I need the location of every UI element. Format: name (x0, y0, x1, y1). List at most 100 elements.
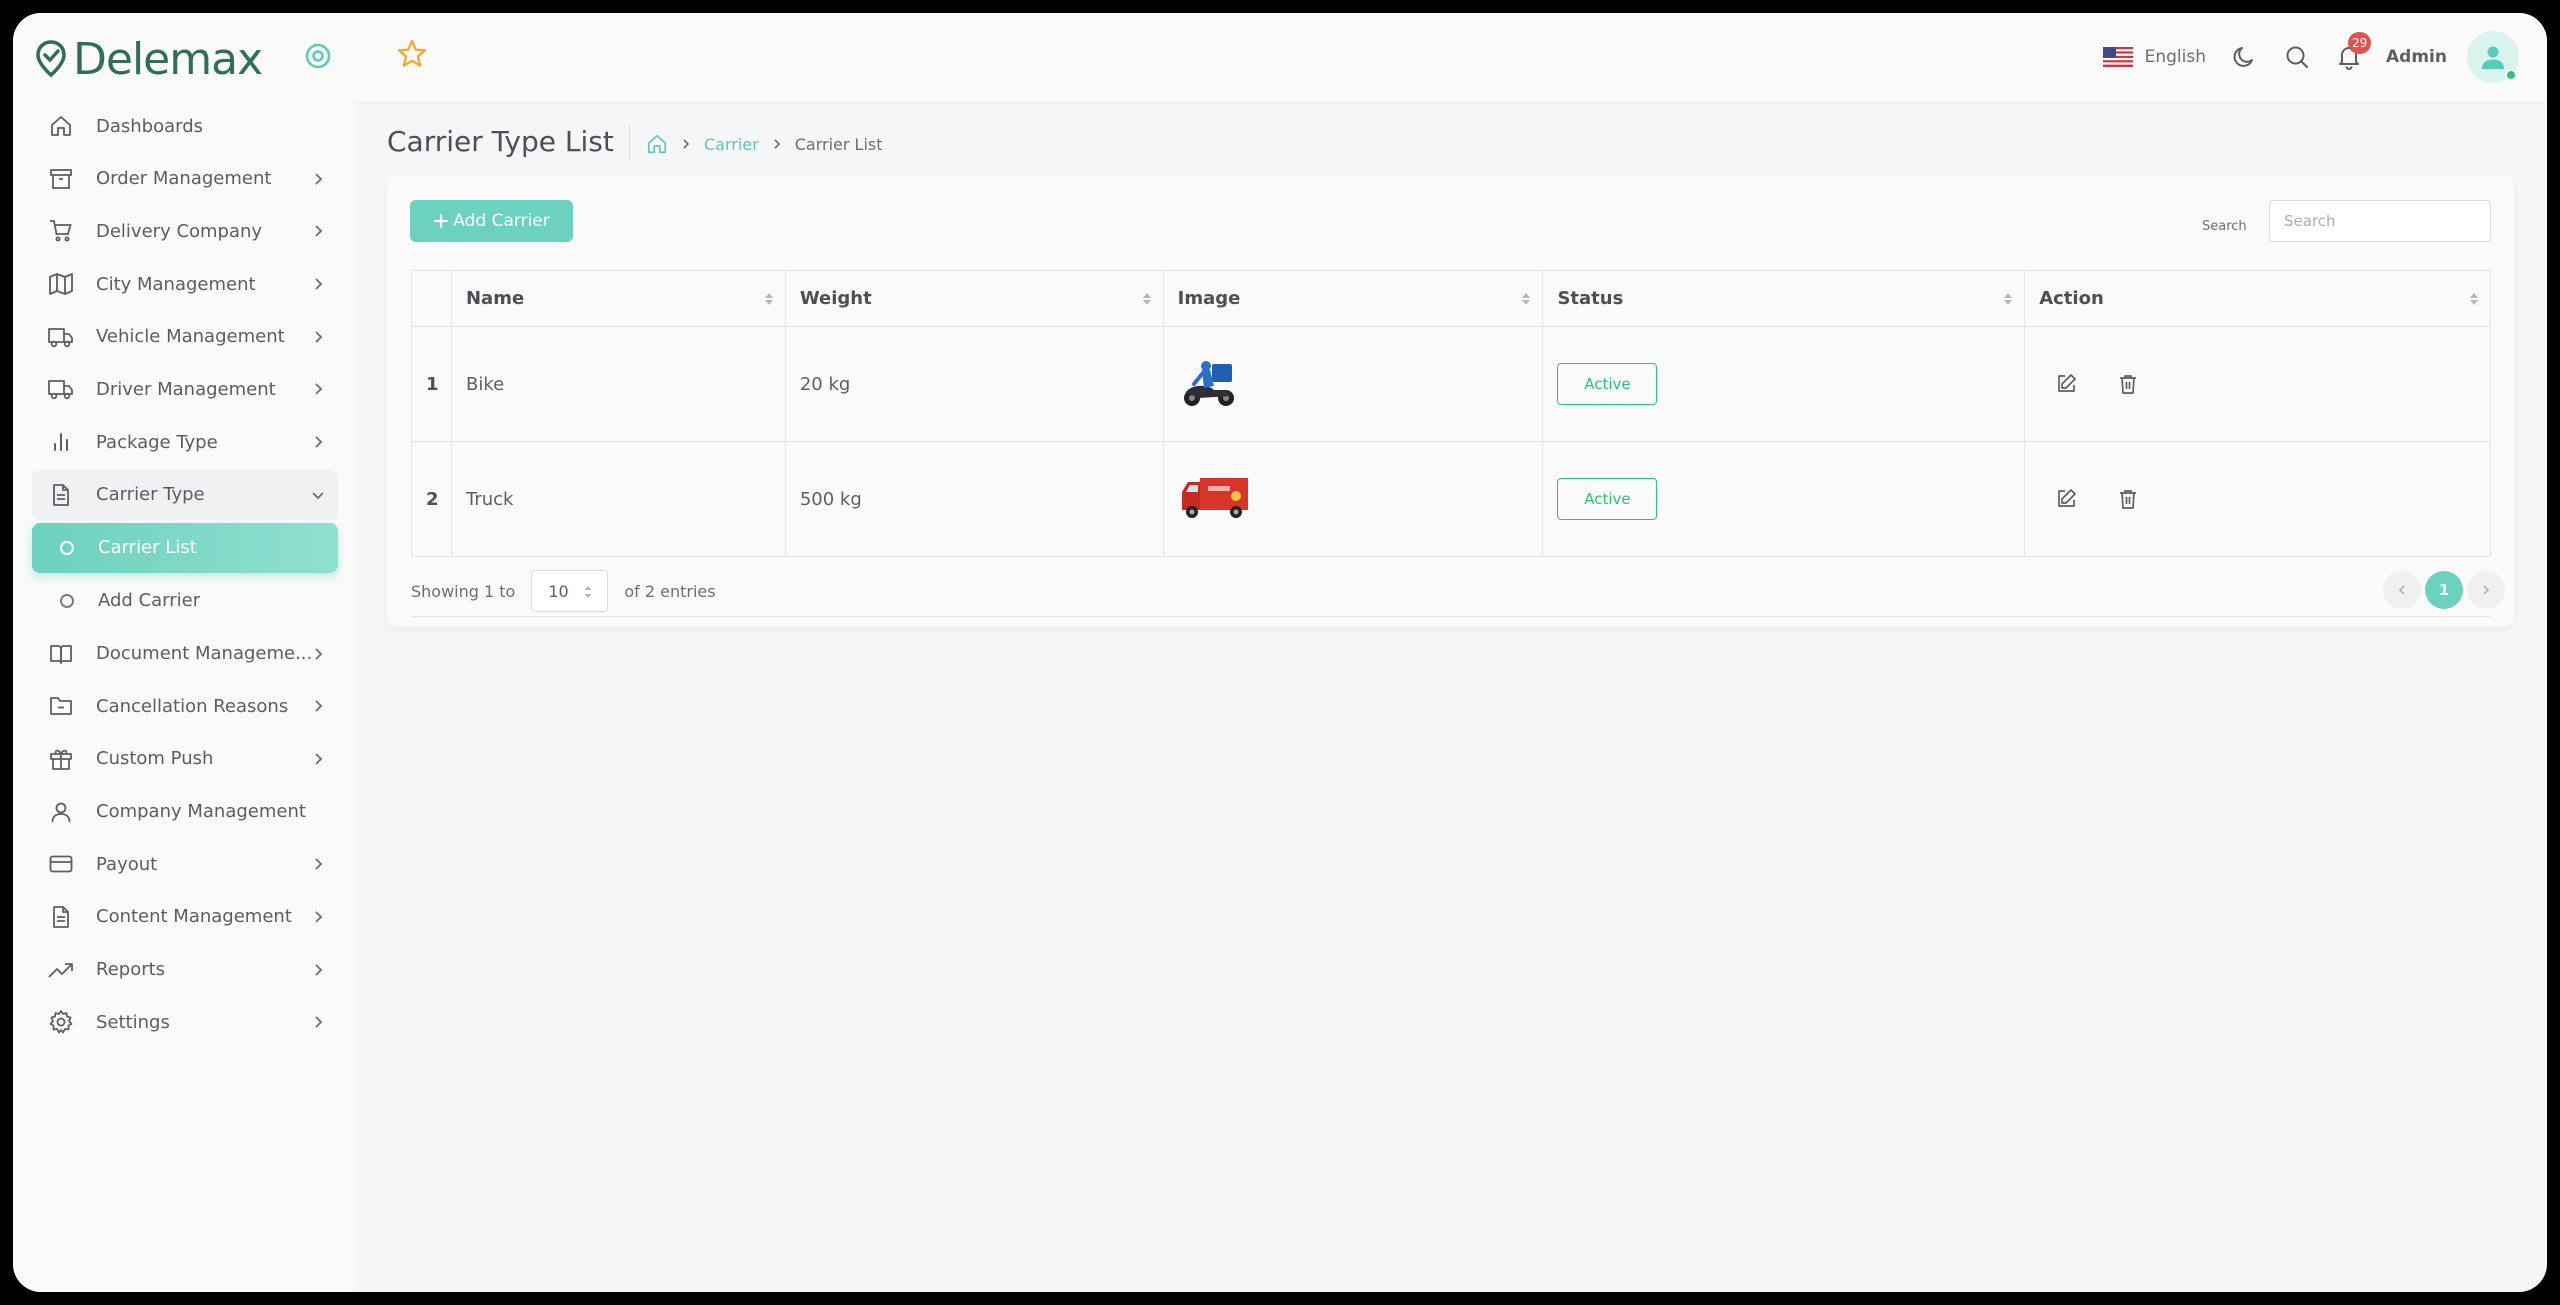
circle-icon (60, 593, 74, 608)
edit-icon (2058, 373, 2077, 392)
status-badge[interactable]: Active (1557, 363, 1658, 405)
gift-icon (46, 744, 76, 774)
language-selector[interactable]: English (2145, 47, 2206, 67)
sidebar-item-settings[interactable]: Settings (32, 997, 338, 1047)
trash-icon (2119, 489, 2136, 509)
breadcrumb-carrier-link[interactable]: Carrier (704, 135, 759, 154)
brand-logo[interactable]: Delemax (35, 29, 263, 89)
showing-suffix: of 2 entries (624, 581, 716, 601)
sidebar-subitem-carrier-list[interactable]: Carrier List (32, 522, 338, 573)
table-row: 1 Bike 20 kg Active (411, 326, 2491, 442)
chevron-right-icon (315, 383, 323, 396)
column-header-image[interactable]: Image (1162, 270, 1544, 327)
cell-name: Truck (450, 441, 786, 557)
sidebar-item-city-management[interactable]: City Management (32, 259, 338, 309)
app-window: Delemax Dashboards Order Management Deli… (13, 13, 2547, 1292)
file-icon (46, 480, 76, 510)
sidebar-item-custom-push[interactable]: Custom Push (32, 734, 338, 784)
sidebar-item-label: Carrier Type (96, 484, 205, 506)
column-header-label: Image (1177, 288, 1241, 309)
chevron-right-icon (315, 1016, 323, 1028)
delivery-truck-image (1181, 477, 1248, 518)
sidebar-item-driver-management[interactable]: Driver Management (32, 364, 338, 414)
avatar[interactable] (2467, 31, 2519, 83)
sidebar-item-label: City Management (96, 273, 256, 295)
user-icon (46, 797, 76, 827)
sidebar-item-payout[interactable]: Payout (32, 839, 338, 889)
sidebar-item-label: Reports (96, 959, 166, 981)
column-header-label: Weight (799, 288, 872, 309)
edit-button[interactable] (2051, 369, 2081, 399)
sidebar-item-dashboards[interactable]: Dashboards (32, 101, 338, 151)
trending-up-icon (46, 955, 76, 985)
chevron-right-icon (774, 139, 780, 149)
sidebar-subitem-label: Add Carrier (98, 590, 201, 611)
plus-icon (434, 213, 449, 229)
column-header-status[interactable]: Status (1542, 270, 2026, 327)
updown-icon (584, 586, 592, 598)
breadcrumb-current: Carrier List (794, 134, 883, 154)
sidebar-item-label: Company Management (96, 801, 306, 823)
page-length-select[interactable]: 10 (531, 570, 609, 612)
search-label: Search (2202, 219, 2247, 234)
sidebar-item-reports[interactable]: Reports (32, 945, 338, 995)
sidebar-item-label: Cancellation Reasons (96, 695, 289, 717)
delete-button[interactable] (2113, 484, 2143, 514)
chevron-right-icon (315, 436, 323, 448)
cell-image (1162, 441, 1544, 557)
edit-button[interactable] (2051, 484, 2081, 514)
status-badge[interactable]: Active (1557, 478, 1658, 520)
book-icon (46, 639, 76, 669)
cell-status: Active (1542, 441, 2026, 557)
user-name[interactable]: Admin (2386, 47, 2447, 67)
sidebar-item-content-management[interactable]: Content Management (32, 892, 338, 942)
prev-page-button[interactable] (2383, 571, 2421, 609)
breadcrumb: Carrier Carrier List (646, 129, 883, 159)
chevron-right-icon (683, 139, 690, 149)
chevron-right-icon (315, 173, 323, 185)
sidebar-item-cancellation-reasons[interactable]: Cancellation Reasons (32, 681, 338, 731)
sidebar-item-company-management[interactable]: Company Management (32, 787, 338, 837)
sidebar-item-label: Custom Push (96, 748, 214, 770)
cell-name: Bike (450, 326, 786, 442)
user-icon (2482, 46, 2504, 69)
cart-icon (46, 216, 76, 246)
table-header-row: Name Weight Image Status Action (411, 270, 2491, 327)
bar-chart-icon (46, 427, 76, 457)
map-icon (46, 269, 76, 299)
column-header-label: Status (1557, 288, 1624, 309)
carrier-table: Name Weight Image Status Action 1 Bike 2… (411, 270, 2491, 557)
sidebar-item-document-management[interactable]: Document Manageme... (32, 629, 338, 679)
column-header-action[interactable]: Action (2024, 270, 2491, 327)
sidebar-toggle-icon[interactable] (303, 41, 333, 71)
cell-action (2024, 441, 2491, 557)
moon-icon[interactable] (2230, 42, 2260, 72)
add-carrier-button[interactable]: Add Carrier (410, 200, 573, 242)
sidebar-item-carrier-type[interactable]: Carrier Type (32, 469, 338, 520)
notification-bell[interactable]: 29 (2334, 32, 2372, 72)
search-input[interactable] (2269, 200, 2491, 242)
sidebar-item-delivery-company[interactable]: Delivery Company (32, 206, 338, 256)
cell-image (1162, 326, 1544, 442)
search-icon[interactable] (2282, 42, 2312, 72)
sidebar-subitem-add-carrier[interactable]: Add Carrier (32, 576, 338, 626)
sidebar-item-package-type[interactable]: Package Type (32, 417, 338, 467)
sidebar-item-vehicle-management[interactable]: Vehicle Management (32, 312, 338, 362)
column-header-name[interactable]: Name (450, 270, 786, 327)
table-info: Showing 1 to 10 of 2 entries (411, 570, 716, 612)
sidebar-item-label: Vehicle Management (96, 326, 285, 348)
sort-icon (2004, 293, 2013, 305)
star-icon[interactable] (395, 37, 429, 71)
brand-name: Delemax (73, 33, 263, 85)
sort-icon (764, 293, 773, 305)
home-icon[interactable] (646, 133, 668, 155)
cell-status: Active (1542, 326, 2026, 442)
motorbike-courier-image (1183, 360, 1234, 406)
delete-button[interactable] (2113, 369, 2143, 399)
next-page-button[interactable] (2467, 571, 2505, 609)
column-header-weight[interactable]: Weight (784, 270, 1164, 327)
sidebar-item-order-management[interactable]: Order Management (32, 154, 338, 204)
page-button-1[interactable]: 1 (2425, 571, 2463, 609)
page-title: Carrier Type List (387, 125, 614, 158)
truck-icon (46, 322, 76, 352)
